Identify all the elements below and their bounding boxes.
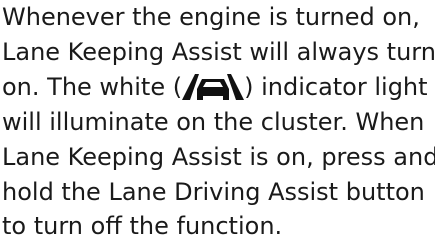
text-line-3-start: on. The white ( [2, 73, 183, 101]
text-line-1: Whenever the engine is turned on, [2, 3, 420, 31]
manual-paragraph: Whenever the engine is turned on, Lane K… [0, 0, 435, 252]
text-line-3-end: ) indicator light [244, 73, 428, 101]
text-line-5: Lane Keeping Assist is on, press and [2, 143, 435, 171]
text-line-3: on. The white ( ) indicator light [2, 70, 428, 104]
text-line-6: hold the Lane Driving Assist button [2, 178, 425, 206]
text-line-4: will illuminate on the cluster. When [2, 108, 425, 136]
lane-keeping-assist-icon [182, 74, 245, 100]
text-line-7: to turn off the function. [2, 212, 283, 240]
text-line-2: Lane Keeping Assist will always turn [2, 38, 435, 66]
